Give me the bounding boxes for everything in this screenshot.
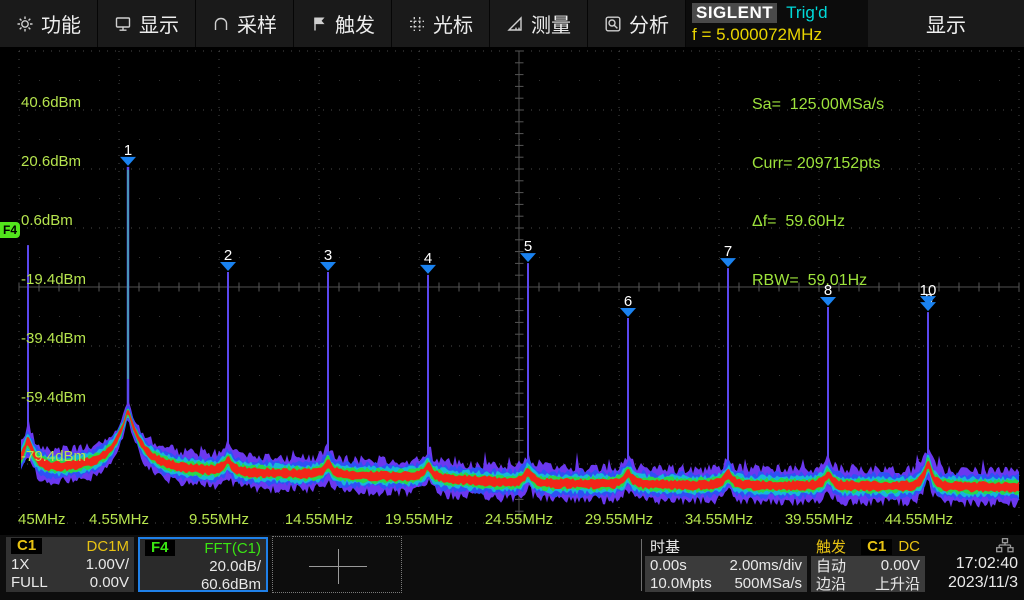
y-axis-label: -39.4dBm <box>21 330 86 347</box>
fft-info-panel: Sa= 125.00MSa/s Curr= 2097152pts Δf= 59.… <box>752 56 884 329</box>
timebase-title: 时基 <box>650 536 680 557</box>
peak-label: 5 <box>524 238 532 255</box>
peak-label: 1 <box>124 142 132 159</box>
menu-item-label: 功能 <box>41 9 81 38</box>
peak-label: 7 <box>724 243 732 260</box>
brand-logo: SIGLENT <box>692 3 777 23</box>
timebase-scale: 2.00ms/div <box>729 557 802 574</box>
y-axis-label: 40.6dBm <box>21 94 81 111</box>
status-bar: C1 DC1M 1X 1.00V/ FULL 0.00V F4 FFT(C1) 20.0… <box>0 535 1024 600</box>
x-axis-label: 14.55MHz <box>285 511 353 528</box>
x-axis-label: 39.55MHz <box>785 511 853 528</box>
crosshair-icon <box>309 549 367 584</box>
menu-item-display[interactable]: 显示 <box>98 0 196 47</box>
peak-label: 3 <box>324 247 332 264</box>
statusbar-divider <box>641 539 642 591</box>
c1-bandwidth: FULL <box>11 574 48 591</box>
brand-panel: SIGLENT Trig'd f = 5.000072MHz <box>686 0 868 47</box>
f4-scale: 20.0dB/ <box>209 558 261 575</box>
display-menu-button[interactable]: 显示 <box>868 0 1024 47</box>
c1-scale: 1.00V/ <box>86 556 129 573</box>
x-axis-label: 34.55MHz <box>685 511 753 528</box>
f4-source: FFT(C1) <box>204 540 261 557</box>
sample-icon <box>212 15 230 33</box>
peak-label: 4 <box>424 250 432 267</box>
peak-label: 6 <box>624 293 632 310</box>
c1-probe: 1X <box>11 556 29 573</box>
analyze-icon <box>604 15 622 33</box>
fft-rbw: RBW= 59.01Hz <box>752 271 884 291</box>
peak-label: 2 <box>224 247 232 264</box>
f4-ref: 60.6dBm <box>201 576 261 593</box>
menu-item-label: 采样 <box>237 9 277 38</box>
clock-time: 17:02:40 <box>956 555 1018 573</box>
menu-item-label: 触发 <box>335 9 375 38</box>
frequency-readout: f = 5.000072MHz <box>692 24 862 46</box>
y-axis-label: -59.4dBm <box>21 389 86 406</box>
trigger-type: 边沿 <box>816 573 846 594</box>
clock-date: 2023/11/3 <box>948 574 1018 592</box>
fft-delta-f: Δf= 59.60Hz <box>752 212 884 232</box>
waveform-display: 1234567891040.6dBm20.6dBm0.6dBm-19.4dBm-… <box>0 47 1024 535</box>
x-axis-label: 19.55MHz <box>385 511 453 528</box>
menu-item-gear[interactable]: 功能 <box>0 0 98 47</box>
channel-c1-box[interactable]: C1 DC1M 1X 1.00V/ FULL 0.00V <box>6 537 134 592</box>
f4-trace-badge[interactable]: F4 <box>0 222 20 238</box>
timebase-delay: 0.00s <box>650 557 687 574</box>
x-axis-label: 45MHz <box>18 511 66 528</box>
menu-item-measure[interactable]: 测量 <box>490 0 588 47</box>
trigger-box[interactable]: 触发C1DC 自动0.00V 边沿上升沿 <box>811 537 925 592</box>
menu-item-analyze[interactable]: 分析 <box>588 0 686 47</box>
x-axis-label: 4.55MHz <box>89 511 149 528</box>
gear-icon <box>16 15 34 33</box>
menu-items: 功能 显示 采样 触发 光标 测量 分析 <box>0 0 686 47</box>
menu-item-sample[interactable]: 采样 <box>196 0 294 47</box>
trigger-level: 0.00V <box>881 557 920 574</box>
menu-item-flag[interactable]: 触发 <box>294 0 392 47</box>
menu-item-label: 测量 <box>531 9 571 38</box>
trigger-status: Trig'd <box>786 3 827 23</box>
trigger-slope: 上升沿 <box>875 573 920 594</box>
clock-panel: 17:02:40 2023/11/3 <box>928 537 1024 592</box>
cursor-icon <box>408 15 426 33</box>
c1-offset: 0.00V <box>90 574 129 591</box>
x-axis-label: 9.55MHz <box>189 511 249 528</box>
x-axis-label: 44.55MHz <box>885 511 953 528</box>
flag-icon <box>310 15 328 33</box>
empty-trace-slot[interactable] <box>272 536 402 593</box>
measure-icon <box>506 15 524 33</box>
y-axis-label: 20.6dBm <box>21 153 81 170</box>
peak-label: 10 <box>920 282 937 299</box>
oscilloscope-screen: 功能 显示 采样 触发 光标 测量 分析 SIGLENT Trig'd f = 5.0000… <box>0 0 1024 600</box>
fft-sample-rate: Sa= 125.00MSa/s <box>752 95 884 115</box>
y-axis-label: -19.4dBm <box>21 271 86 288</box>
menu-item-label: 分析 <box>629 9 669 38</box>
timebase-points: 10.0Mpts <box>650 575 712 592</box>
c1-coupling: DC1M <box>86 538 129 555</box>
y-axis-label: 0.6dBm <box>21 212 73 229</box>
math-f4-box[interactable]: F4 FFT(C1) 20.0dB/ 60.6dBm <box>138 537 268 592</box>
y-axis-label: -79.4dBm <box>21 448 86 465</box>
trigger-source: C1 <box>861 539 892 555</box>
menu-item-label: 显示 <box>139 9 179 38</box>
x-axis-label: 29.55MHz <box>585 511 653 528</box>
c1-label: C1 <box>11 538 42 554</box>
timebase-srate: 500MSa/s <box>734 575 802 592</box>
menu-bar: 功能 显示 采样 触发 光标 测量 分析 SIGLENT Trig'd f = 5.0000… <box>0 0 1024 47</box>
menu-item-label: 光标 <box>433 9 473 38</box>
fft-points: Curr= 2097152pts <box>752 154 884 174</box>
timebase-box[interactable]: 时基 0.00s 2.00ms/div 10.0Mpts 500MSa/s <box>645 537 807 592</box>
f4-label: F4 <box>145 540 175 556</box>
menu-item-cursor[interactable]: 光标 <box>392 0 490 47</box>
x-axis-label: 24.55MHz <box>485 511 553 528</box>
trigger-coupling: DC <box>898 538 920 555</box>
display-icon <box>114 15 132 33</box>
